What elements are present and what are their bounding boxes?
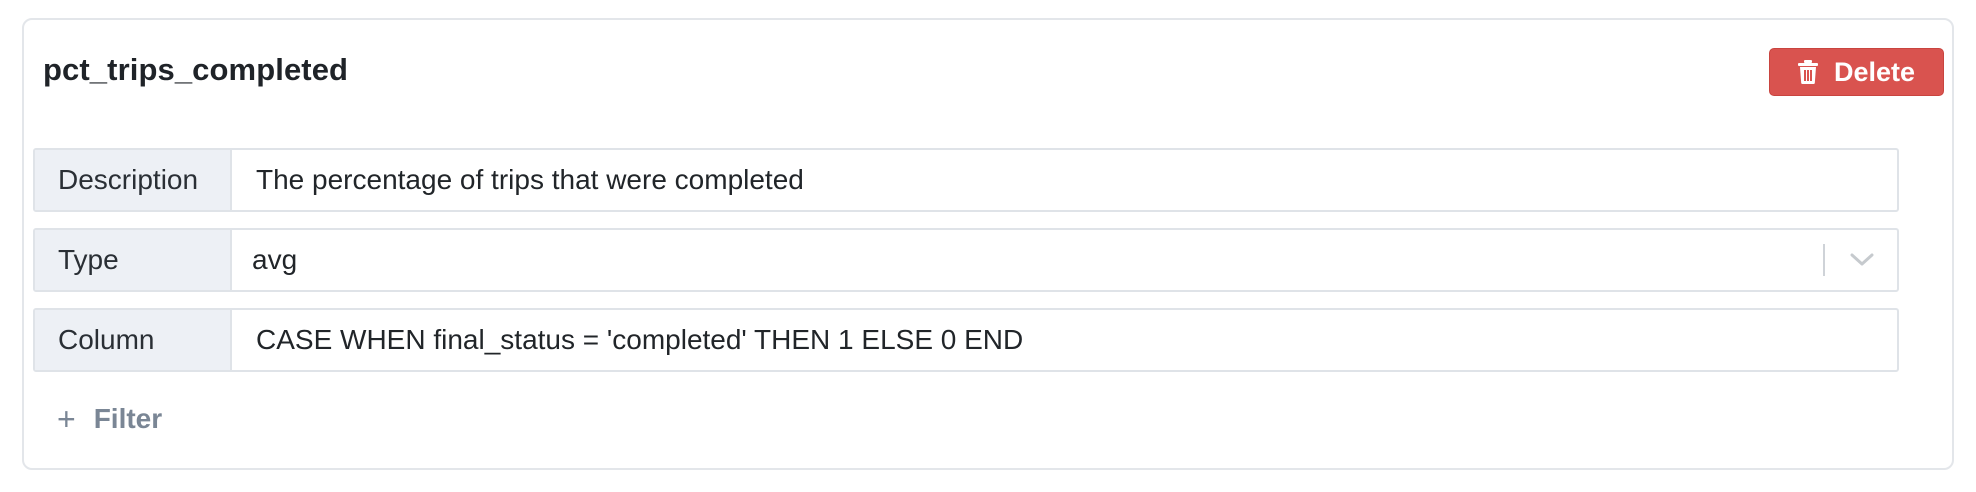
select-separator [1823, 244, 1825, 276]
type-select[interactable]: avg [232, 230, 1897, 290]
delete-button-label: Delete [1833, 56, 1916, 87]
metric-title: pct_trips_completed [43, 52, 349, 87]
delete-button[interactable]: Delete [1769, 48, 1944, 96]
column-label: Column [35, 310, 232, 370]
description-input[interactable]: The percentage of trips that were comple… [232, 150, 1897, 210]
description-label: Description [35, 150, 232, 210]
type-label: Type [35, 230, 232, 290]
trash-icon [1797, 60, 1818, 84]
description-row: Description The percentage of trips that… [33, 148, 1899, 212]
column-input[interactable]: CASE WHEN final_status = 'completed' THE… [232, 310, 1897, 370]
type-select-value: avg [252, 244, 298, 275]
chevron-down-icon[interactable] [1849, 247, 1875, 273]
plus-icon: + [57, 401, 76, 437]
column-row: Column CASE WHEN final_status = 'complet… [33, 308, 1899, 372]
type-row: Type avg [33, 228, 1899, 292]
add-filter-button[interactable]: + Filter [57, 403, 162, 435]
add-filter-label: Filter [93, 403, 163, 434]
